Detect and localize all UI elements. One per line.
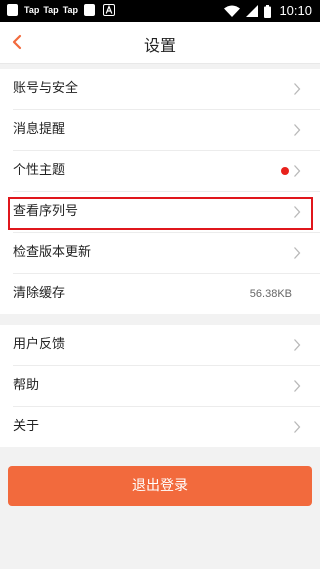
chevron-right-icon	[294, 380, 301, 392]
settings-item-about[interactable]: 关于	[13, 406, 320, 447]
settings-item-feedback[interactable]: 用户反馈	[0, 325, 320, 365]
clock: 10:10	[279, 3, 312, 18]
settings-item-label: 消息提醒	[13, 122, 66, 137]
chevron-right-icon	[294, 206, 301, 218]
navigation-header: 设置	[0, 22, 320, 64]
new-badge-dot	[281, 167, 289, 175]
wifi-icon	[224, 5, 241, 17]
signal-icon	[246, 5, 259, 17]
chevron-right-icon	[294, 247, 301, 259]
chevron-right-icon	[294, 83, 301, 95]
settings-item-label: 清除缓存	[13, 286, 66, 301]
settings-item-help[interactable]: 帮助	[13, 365, 320, 406]
settings-item-notifications[interactable]: 消息提醒	[13, 109, 320, 150]
settings-group-support: 用户反馈 帮助 关于	[0, 325, 320, 447]
settings-item-serial-number[interactable]: 查看序列号	[13, 191, 320, 232]
settings-item-label: 检查版本更新	[13, 245, 92, 260]
page-title: 设置	[143, 36, 176, 55]
cache-size-value: 56.38KB	[249, 288, 292, 300]
settings-item-clear-cache[interactable]: 清除缓存 56.38KB	[13, 273, 320, 314]
notification-label: Tap	[24, 5, 40, 15]
settings-item-label: 用户反馈	[13, 337, 66, 352]
settings-item-theme[interactable]: 个性主题	[13, 150, 320, 191]
settings-item-account-security[interactable]: 账号与安全	[0, 69, 320, 109]
a-badge-icon	[103, 4, 116, 16]
settings-item-label: 查看序列号	[13, 204, 79, 219]
chevron-right-icon	[294, 339, 301, 351]
settings-item-label: 个性主题	[13, 163, 66, 178]
chevron-right-icon	[294, 124, 301, 136]
logout-button[interactable]: 退出登录	[8, 466, 312, 506]
app-notification-icon	[84, 4, 96, 16]
app-notification-icon	[7, 4, 18, 16]
system-indicators: 10:10	[224, 2, 312, 20]
settings-item-check-update[interactable]: 检查版本更新	[13, 232, 320, 273]
battery-icon	[264, 4, 272, 18]
chevron-right-icon	[294, 421, 301, 433]
chevron-right-icon	[294, 165, 301, 177]
status-bar: Tap Tap Tap 10:10	[0, 0, 320, 22]
settings-group-main: 账号与安全 消息提醒 个性主题 查看序列号 检查版本更新 清除缓存 56.38K…	[0, 69, 320, 314]
settings-item-label: 账号与安全	[13, 81, 79, 96]
notification-area: Tap Tap Tap	[7, 3, 116, 17]
settings-item-label: 关于	[13, 419, 40, 434]
notification-label: Tap	[43, 5, 59, 15]
notification-label: Tap	[62, 5, 79, 15]
settings-item-label: 帮助	[13, 378, 40, 393]
